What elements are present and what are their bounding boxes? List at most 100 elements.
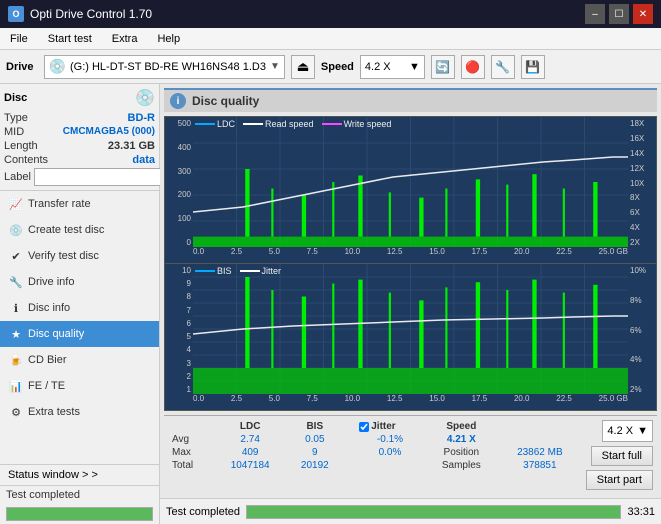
progress-bar-fill <box>7 508 152 520</box>
y-label-400: 400 <box>178 143 191 152</box>
drive-select-text: (G:) HL-DT-ST BD-RE WH16NS48 1.D3 <box>70 61 266 73</box>
bis-color <box>195 270 215 272</box>
byr-2p: 2% <box>630 385 642 394</box>
top-chart-y-axis-left: 500 400 300 200 100 0 <box>165 117 193 247</box>
drive-label: Drive <box>6 61 34 73</box>
sidebar-item-fe-te[interactable]: 📊 FE / TE <box>0 373 159 399</box>
speed-arrow-icon: ▼ <box>409 61 420 73</box>
completed-text: Test completed <box>166 506 240 518</box>
sidebar-item-label: Disc info <box>28 302 70 314</box>
sidebar-item-extra-tests[interactable]: ⚙ Extra tests <box>0 399 159 425</box>
bis-legend: BIS <box>195 266 232 276</box>
by-6: 6 <box>187 319 191 328</box>
burn-button[interactable]: 🔴 <box>461 55 485 79</box>
nav-items: 📈 Transfer rate 💿 Create test disc ✔ Ver… <box>0 191 159 464</box>
status-text: Test completed <box>6 489 153 501</box>
yr-8x: 8X <box>630 193 640 202</box>
ldc-legend: LDC <box>195 119 235 129</box>
main-progress-bar <box>246 505 621 519</box>
total-label: Total <box>168 459 214 472</box>
bottom-chart-x-axis: 0.0 2.5 5.0 7.5 10.0 12.5 15.0 17.5 20.0… <box>193 394 628 410</box>
samples-value: 378851 <box>498 459 582 472</box>
chart-container: LDC Read speed Write speed 500 <box>164 116 657 411</box>
bottom-chart-plot <box>193 264 628 394</box>
y-label-300: 300 <box>178 167 191 176</box>
y-label-500: 500 <box>178 119 191 128</box>
type-label: Type <box>4 112 28 124</box>
sidebar-item-label: Disc quality <box>28 328 84 340</box>
x-15: 15.0 <box>429 247 445 256</box>
label-input[interactable] <box>34 168 172 186</box>
sidebar-item-create-test-disc[interactable]: 💿 Create test disc <box>0 217 159 243</box>
stats-panel: LDC BIS Jitter Speed <box>164 415 657 494</box>
extra-tests-icon: ⚙ <box>8 404 24 420</box>
menu-file[interactable]: File <box>4 31 34 47</box>
app-icon: O <box>8 6 24 22</box>
drive-select[interactable]: 💿 (G:) HL-DT-ST BD-RE WH16NS48 1.D3 ▼ <box>44 55 285 79</box>
bx-20: 20.0 <box>514 394 530 403</box>
by-5: 5 <box>187 332 191 341</box>
close-button[interactable]: ✕ <box>633 4 653 24</box>
yr-12x: 12X <box>630 164 644 173</box>
start-part-button[interactable]: Start part <box>586 470 653 490</box>
write-speed-label: Write speed <box>344 119 392 129</box>
progress-bar <box>6 507 153 521</box>
speed-select[interactable]: 4.2 X ▼ <box>360 55 425 79</box>
eject-button[interactable]: ⏏ <box>291 55 315 79</box>
menu-start-test[interactable]: Start test <box>42 31 98 47</box>
speed-dropdown-container[interactable]: 4.2 X ▼ <box>602 420 653 442</box>
main-area: Disc 💿 Type BD-R MID CMCMAGBA5 (000) Len… <box>0 84 661 524</box>
create-test-disc-icon: 💿 <box>8 222 24 238</box>
type-value: BD-R <box>128 112 156 124</box>
stats-right-panel: 4.2 X ▼ Start full Start part <box>586 420 653 490</box>
sidebar-item-cd-bier[interactable]: 🍺 CD Bier <box>0 347 159 373</box>
disc-panel: Disc 💿 Type BD-R MID CMCMAGBA5 (000) Len… <box>0 84 159 191</box>
sidebar-item-drive-info[interactable]: 🔧 Drive info <box>0 269 159 295</box>
yr-16x: 16X <box>630 134 644 143</box>
byr-6p: 6% <box>630 326 642 335</box>
jitter-color <box>240 270 260 272</box>
by-2: 2 <box>187 372 191 381</box>
sidebar-item-disc-quality[interactable]: ★ Disc quality <box>0 321 159 347</box>
by-8: 8 <box>187 292 191 301</box>
write-speed-legend: Write speed <box>322 119 392 129</box>
start-full-button[interactable]: Start full <box>591 446 653 466</box>
top-chart-y-axis-right: 18X 16X 14X 12X 10X 8X 6X 4X 2X <box>628 117 656 247</box>
bx-5: 5.0 <box>269 394 280 403</box>
bx-0: 0.0 <box>193 394 204 403</box>
refresh-button[interactable]: 🔄 <box>431 55 455 79</box>
sidebar-item-transfer-rate[interactable]: 📈 Transfer rate <box>0 191 159 217</box>
sidebar-item-disc-info[interactable]: ℹ Disc info <box>0 295 159 321</box>
bottom-chart-svg <box>193 264 628 394</box>
sidebar-item-label: FE / TE <box>28 380 65 392</box>
menu-extra[interactable]: Extra <box>106 31 144 47</box>
top-chart-svg <box>193 117 628 247</box>
x-25: 25.0 GB <box>599 247 628 256</box>
speed-label: Speed <box>321 61 354 73</box>
toolbar: Drive 💿 (G:) HL-DT-ST BD-RE WH16NS48 1.D… <box>0 50 661 84</box>
minimize-button[interactable]: – <box>585 4 605 24</box>
status-window-button[interactable]: Status window > > <box>0 465 159 486</box>
jitter-legend: Jitter <box>240 266 282 276</box>
bottom-chart: BIS Jitter 10 9 8 7 6 5 <box>165 264 656 410</box>
contents-value: data <box>132 154 155 166</box>
maximize-button[interactable]: ☐ <box>609 4 629 24</box>
jitter-label: Jitter <box>371 421 395 432</box>
sidebar-item-verify-test-disc[interactable]: ✔ Verify test disc <box>0 243 159 269</box>
menu-help[interactable]: Help <box>151 31 186 47</box>
read-speed-color <box>243 123 263 125</box>
drive-info-icon: 🔧 <box>8 274 24 290</box>
jitter-checkbox[interactable] <box>359 422 369 432</box>
bx-7-5: 7.5 <box>307 394 318 403</box>
bx-22-5: 22.5 <box>556 394 572 403</box>
position-value: 23862 MB <box>498 446 582 459</box>
mid-value: CMCMAGBA5 (000) <box>63 126 155 138</box>
settings-button[interactable]: 🔧 <box>491 55 515 79</box>
disc-quality-title: Disc quality <box>192 94 259 108</box>
bottom-status-bar: Test completed 33:31 <box>160 498 661 524</box>
bis-label: BIS <box>217 266 232 276</box>
content-area: i Disc quality LDC Read speed <box>160 84 661 524</box>
max-bis: 9 <box>287 446 343 459</box>
disc-info-icon: ℹ <box>8 300 24 316</box>
save-button[interactable]: 💾 <box>521 55 545 79</box>
